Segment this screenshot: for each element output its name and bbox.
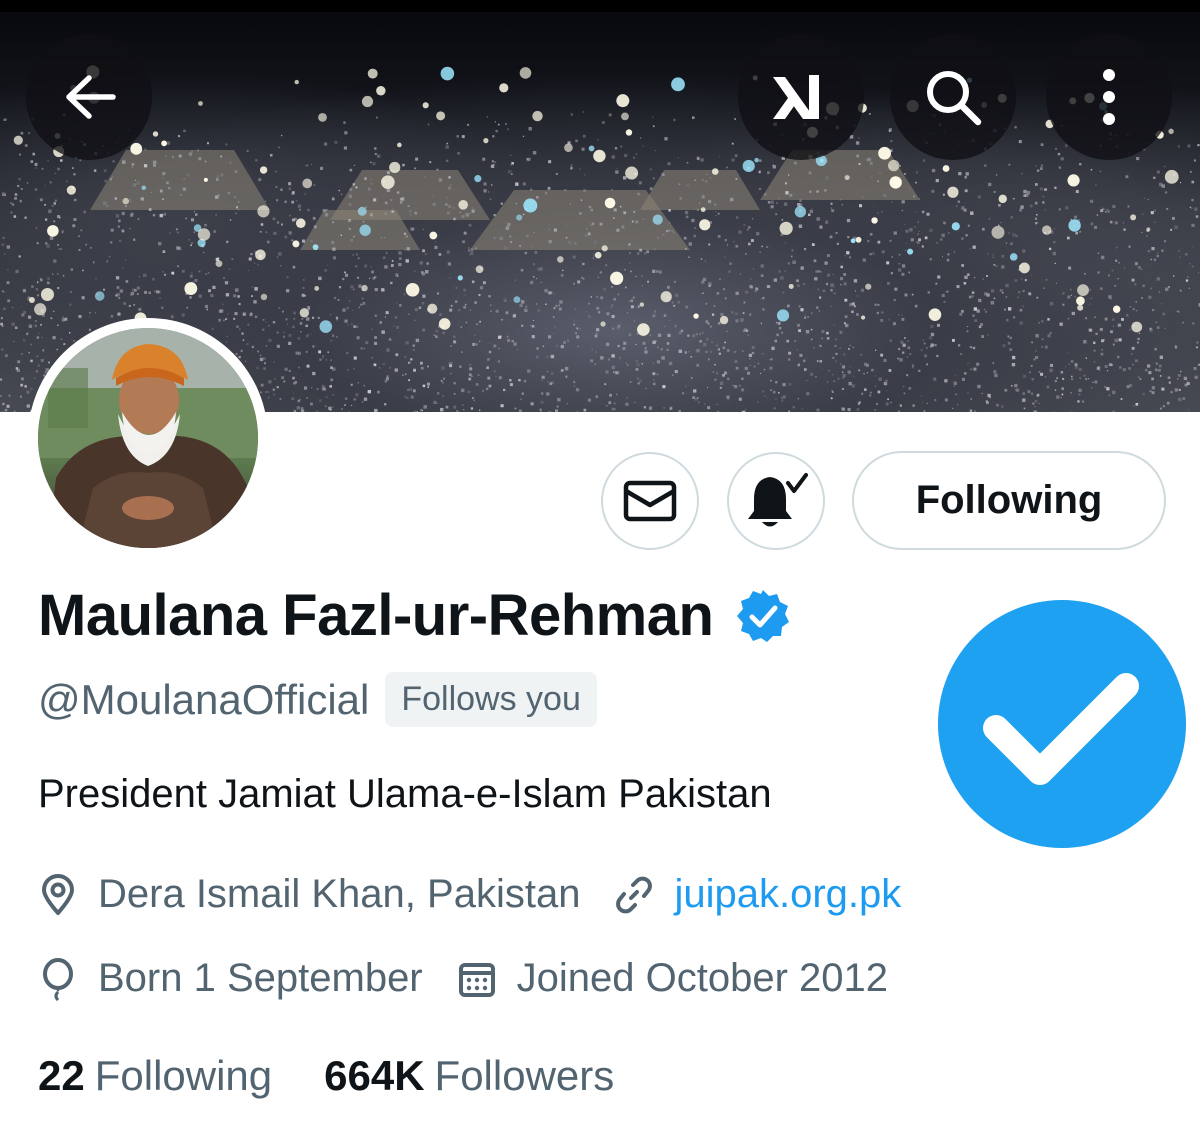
location: Dera Ismail Khan, Pakistan bbox=[38, 872, 580, 917]
grok-icon bbox=[773, 75, 819, 119]
website[interactable]: juipak.org.pk bbox=[614, 872, 901, 917]
birthday: Born 1 September bbox=[38, 956, 423, 1001]
more-vertical-icon bbox=[1103, 69, 1115, 125]
following-button[interactable]: Following bbox=[852, 451, 1166, 550]
profile-handle: @MoulanaOfficial bbox=[38, 675, 370, 723]
following-count-link[interactable]: 22 Following bbox=[38, 1052, 272, 1100]
handle-row: @MoulanaOfficial Follows you bbox=[38, 672, 597, 727]
link-icon bbox=[616, 876, 653, 913]
joined-text: Joined October 2012 bbox=[516, 956, 889, 1000]
grok-button[interactable] bbox=[738, 34, 864, 160]
location-pin-icon bbox=[42, 873, 74, 915]
follows-you-badge: Follows you bbox=[385, 672, 597, 727]
verified-badge-icon bbox=[737, 589, 790, 642]
profile-avatar[interactable] bbox=[28, 318, 268, 558]
more-button[interactable] bbox=[1046, 34, 1172, 160]
profile-name: Maulana Fazl-ur-Rehman bbox=[38, 582, 791, 649]
notifications-button[interactable] bbox=[727, 452, 825, 550]
profile-meta-row-2: Born 1 September Joined October 2012 bbox=[38, 956, 922, 1001]
birthday-text: Born 1 September bbox=[98, 956, 423, 1000]
mail-icon bbox=[623, 480, 677, 522]
balloon-icon bbox=[43, 957, 73, 1001]
bell-check-icon bbox=[748, 473, 808, 527]
large-verified-check-icon bbox=[938, 600, 1186, 848]
following-count: 22 bbox=[38, 1052, 85, 1099]
website-link[interactable]: juipak.org.pk bbox=[674, 872, 901, 917]
profile-bio: President Jamiat Ulama-e-Islam Pakistan bbox=[38, 772, 772, 816]
display-name: Maulana Fazl-ur-Rehman bbox=[38, 583, 714, 648]
profile-meta-row-1: Dera Ismail Khan, Pakistan juipak.org.pk bbox=[38, 872, 935, 917]
back-arrow-icon bbox=[66, 75, 116, 119]
calendar-icon bbox=[458, 962, 495, 997]
profile-stats: 22 Following 664K Followers bbox=[38, 1052, 666, 1100]
followers-count: 664K bbox=[324, 1052, 425, 1099]
location-text: Dera Ismail Khan, Pakistan bbox=[98, 872, 581, 916]
search-button[interactable] bbox=[890, 34, 1016, 160]
followers-label: Followers bbox=[434, 1052, 615, 1099]
search-icon bbox=[927, 71, 982, 126]
back-button[interactable] bbox=[26, 34, 152, 160]
avatar-photo bbox=[38, 328, 258, 548]
followers-count-link[interactable]: 664K Followers bbox=[324, 1052, 614, 1100]
following-label: Following bbox=[94, 1052, 273, 1099]
joined: Joined October 2012 bbox=[457, 956, 888, 1001]
message-button[interactable] bbox=[601, 452, 699, 550]
